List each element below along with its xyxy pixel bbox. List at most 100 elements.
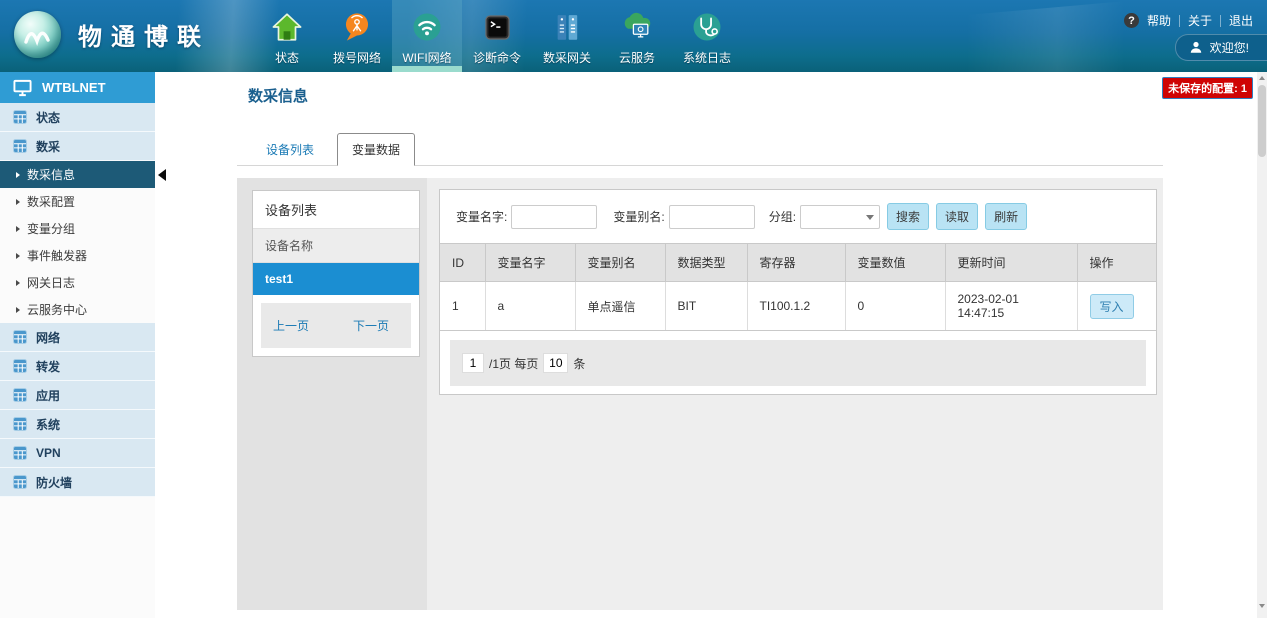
col-action: 操作 — [1077, 244, 1156, 282]
variable-data-panel: 变量名字: 变量别名: 分组: 搜索 读取 刷新 — [439, 189, 1157, 395]
variables-table: ID 变量名字 变量别名 数据类型 寄存器 变量数值 更新时间 操作 1 — [440, 243, 1156, 331]
col-value: 变量数值 — [845, 244, 945, 282]
terminal-icon — [478, 8, 516, 46]
tab-variable-data[interactable]: 变量数据 — [337, 133, 415, 166]
nav-item-dial-network[interactable]: 拨号网络 — [322, 0, 392, 72]
logout-link[interactable]: 退出 — [1229, 12, 1253, 29]
caret-right-icon — [16, 307, 20, 313]
sidebar-item-forward[interactable]: 转发 — [0, 352, 155, 381]
caret-right-icon — [16, 226, 20, 232]
device-panel-title: 设备列表 — [253, 191, 419, 229]
caret-right-icon — [16, 253, 20, 259]
header-links: ? 帮助 关于 退出 — [1124, 12, 1253, 29]
cell-id: 1 — [440, 282, 485, 331]
sidebar-item-cloud-center[interactable]: 云服务中心 — [0, 296, 155, 323]
syslog-icon — [688, 8, 726, 46]
sidebar-item-event-trigger[interactable]: 事件触发器 — [0, 242, 155, 269]
gateway-icon — [548, 8, 586, 46]
scroll-up-icon[interactable] — [1259, 76, 1265, 80]
group-select[interactable] — [800, 205, 880, 229]
filter-toolbar: 变量名字: 变量别名: 分组: 搜索 读取 刷新 — [440, 190, 1156, 243]
logo-m-icon — [14, 11, 61, 58]
brand-logo: 物通博联 — [14, 11, 210, 58]
dial-network-icon — [338, 8, 376, 46]
sidebar-item-vpn[interactable]: VPN — [0, 439, 155, 468]
caret-right-icon — [16, 280, 20, 286]
next-page-link[interactable]: 下一页 — [353, 317, 389, 334]
main-content: 未保存的配置: 1 数采信息 设备列表 变量数据 设备列表 设备名称 test1… — [155, 72, 1257, 618]
prev-page-link[interactable]: 上一页 — [273, 317, 309, 334]
top-header: 物通博联 状态 拨号网络 WIFI网络 诊断命令 — [0, 0, 1267, 72]
cell-variable-alias: 单点遥信 — [575, 282, 665, 331]
sidebar-title: WTBLNET — [42, 80, 106, 95]
sidebar: WTBLNET 状态 数采 数采信息 数采配置 变量分组 事件触发器 网关日志 … — [0, 72, 155, 618]
about-link[interactable]: 关于 — [1188, 12, 1212, 29]
page-title: 数采信息 — [248, 85, 1257, 106]
device-list-pagination: 上一页 下一页 — [261, 303, 411, 348]
active-item-marker-icon — [158, 169, 166, 181]
help-link[interactable]: 帮助 — [1147, 12, 1171, 29]
sidebar-item-firewall[interactable]: 防火墙 — [0, 468, 155, 497]
table-row: 1 a 单点遥信 BIT TI100.1.2 0 2023-02-01 14:4… — [440, 282, 1156, 331]
variable-alias-input[interactable] — [669, 205, 755, 229]
welcome-label: 欢迎您! — [1210, 39, 1249, 56]
group-label: 分组: — [769, 208, 796, 225]
variable-alias-label: 变量别名: — [613, 208, 664, 225]
unsaved-config-badge[interactable]: 未保存的配置: 1 — [1162, 77, 1253, 99]
variable-name-input[interactable] — [511, 205, 597, 229]
cell-variable-name: a — [485, 282, 575, 331]
sidebar-item-daq-config[interactable]: 数采配置 — [0, 188, 155, 215]
grid-icon — [13, 139, 27, 153]
col-variable-alias: 变量别名 — [575, 244, 665, 282]
page-number-input[interactable] — [462, 353, 484, 373]
welcome-button[interactable]: 欢迎您! — [1175, 34, 1267, 61]
scroll-down-icon[interactable] — [1259, 604, 1265, 608]
sidebar-item-network[interactable]: 网络 — [0, 323, 155, 352]
col-variable-name: 变量名字 — [485, 244, 575, 282]
cell-action: 写入 — [1077, 282, 1156, 331]
nav-item-system-log[interactable]: 系统日志 — [672, 0, 742, 72]
refresh-button[interactable]: 刷新 — [985, 203, 1027, 230]
search-button[interactable]: 搜索 — [887, 203, 929, 230]
scrollbar-thumb[interactable] — [1258, 85, 1266, 157]
main-nav: 状态 拨号网络 WIFI网络 诊断命令 数采网关 — [252, 0, 742, 72]
read-button[interactable]: 读取 — [936, 203, 978, 230]
grid-icon — [13, 359, 27, 373]
sidebar-item-variable-group[interactable]: 变量分组 — [0, 215, 155, 242]
col-updated: 更新时间 — [945, 244, 1077, 282]
cell-value: 0 — [845, 282, 945, 331]
col-data-type: 数据类型 — [665, 244, 747, 282]
sidebar-item-daq[interactable]: 数采 — [0, 132, 155, 161]
page-count-text: /1页 每页 — [489, 355, 538, 372]
cell-data-type: BIT — [665, 282, 747, 331]
vertical-scrollbar[interactable] — [1257, 72, 1267, 618]
content-container: 设备列表 设备名称 test1 上一页 下一页 变量名字: 变量别名: 分组: — [237, 178, 1163, 610]
cell-register: TI100.1.2 — [747, 282, 845, 331]
device-row-test1[interactable]: test1 — [253, 263, 419, 295]
nav-item-daq-gateway[interactable]: 数采网关 — [532, 0, 602, 72]
nav-item-cloud-service[interactable]: 云服务 — [602, 0, 672, 72]
wifi-icon — [408, 8, 446, 46]
sidebar-item-application[interactable]: 应用 — [0, 381, 155, 410]
page-size-input[interactable] — [543, 353, 568, 373]
nav-item-status[interactable]: 状态 — [252, 0, 322, 72]
grid-icon — [13, 388, 27, 402]
sidebar-item-status[interactable]: 状态 — [0, 103, 155, 132]
variable-data-column: 变量名字: 变量别名: 分组: 搜索 读取 刷新 — [427, 178, 1163, 610]
device-list-column: 设备列表 设备名称 test1 上一页 下一页 — [237, 178, 427, 610]
sidebar-item-system[interactable]: 系统 — [0, 410, 155, 439]
table-pagination: /1页 每页 条 — [450, 340, 1146, 386]
sidebar-item-gateway-log[interactable]: 网关日志 — [0, 269, 155, 296]
tab-device-list[interactable]: 设备列表 — [252, 134, 328, 165]
sidebar-item-daq-info[interactable]: 数采信息 — [0, 161, 155, 188]
col-id: ID — [440, 244, 485, 282]
home-icon — [268, 8, 306, 46]
caret-right-icon — [16, 199, 20, 205]
device-list-panel: 设备列表 设备名称 test1 上一页 下一页 — [252, 190, 420, 357]
grid-icon — [13, 330, 27, 344]
nav-item-wifi-network[interactable]: WIFI网络 — [392, 0, 462, 72]
brand-name: 物通博联 — [78, 17, 210, 52]
write-button[interactable]: 写入 — [1090, 294, 1134, 319]
nav-item-diagnostic-command[interactable]: 诊断命令 — [462, 0, 532, 72]
device-name-column-header: 设备名称 — [253, 229, 419, 263]
